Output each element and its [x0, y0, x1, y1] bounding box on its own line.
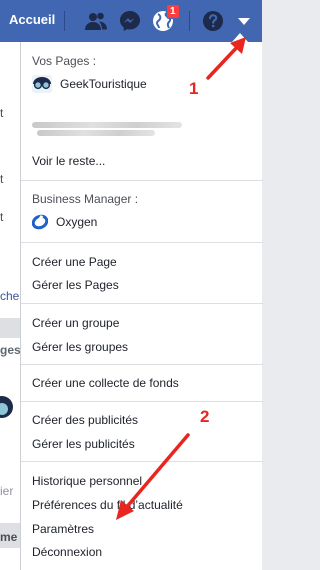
page-avatar-icon [32, 75, 52, 93]
create-group-item[interactable]: Créer un groupe [32, 316, 119, 330]
business-manager-title: Business Manager : [32, 192, 139, 206]
dropdown-caret-icon[interactable] [232, 9, 256, 33]
menu-divider [21, 461, 263, 462]
menu-pointer [232, 33, 248, 42]
background-link: che [0, 289, 20, 303]
menu-divider [21, 303, 263, 304]
background-text: t [0, 172, 4, 186]
pages-section-title: Vos Pages : [32, 54, 97, 68]
friends-icon[interactable] [84, 9, 108, 33]
oxygen-logo-icon [32, 214, 48, 230]
logout-item[interactable]: Déconnexion [32, 545, 102, 559]
create-ads-item[interactable]: Créer des publicités [32, 413, 138, 427]
messenger-icon[interactable] [118, 9, 142, 33]
menu-divider [21, 242, 263, 243]
top-navigation-bar: Accueil 1 [0, 0, 262, 42]
business-name: Oxygen [56, 215, 98, 229]
menu-divider [21, 401, 263, 402]
account-dropdown-menu: Vos Pages : GeekTouristique Voir le rest… [20, 42, 263, 570]
redacted-page-item [37, 130, 155, 136]
background-text: ier [0, 484, 14, 498]
manage-ads-item[interactable]: Gérer les publicités [32, 437, 135, 451]
business-item-oxygen[interactable]: Oxygen [32, 212, 97, 232]
menu-divider [21, 364, 263, 365]
news-feed-preferences-item[interactable]: Préférences du fil d’actualité [32, 498, 183, 512]
background-text: me [0, 530, 18, 544]
menu-divider [21, 180, 263, 181]
see-more-pages-link[interactable]: Voir le reste... [32, 154, 105, 168]
create-fundraiser-item[interactable]: Créer une collecte de fonds [32, 376, 179, 390]
background-text: t [0, 210, 4, 224]
nav-divider [64, 11, 65, 31]
activity-log-item[interactable]: Historique personnel [32, 474, 142, 488]
nav-divider [189, 11, 190, 31]
background-text: ges [0, 343, 21, 357]
background-text: t [0, 106, 4, 120]
create-page-item[interactable]: Créer une Page [32, 255, 117, 269]
background-avatar [0, 396, 13, 418]
manage-pages-item[interactable]: Gérer les Pages [32, 278, 119, 292]
redacted-page-item[interactable] [32, 122, 182, 128]
page-item-geektouristique[interactable]: GeekTouristique [32, 74, 147, 94]
notification-badge: 1 [166, 4, 180, 19]
manage-groups-item[interactable]: Gérer les groupes [32, 340, 128, 354]
page-name: GeekTouristique [60, 77, 147, 91]
help-icon[interactable] [201, 9, 225, 33]
home-link[interactable]: Accueil [9, 12, 55, 27]
settings-item[interactable]: Paramètres [32, 522, 94, 536]
background-section [0, 318, 20, 338]
